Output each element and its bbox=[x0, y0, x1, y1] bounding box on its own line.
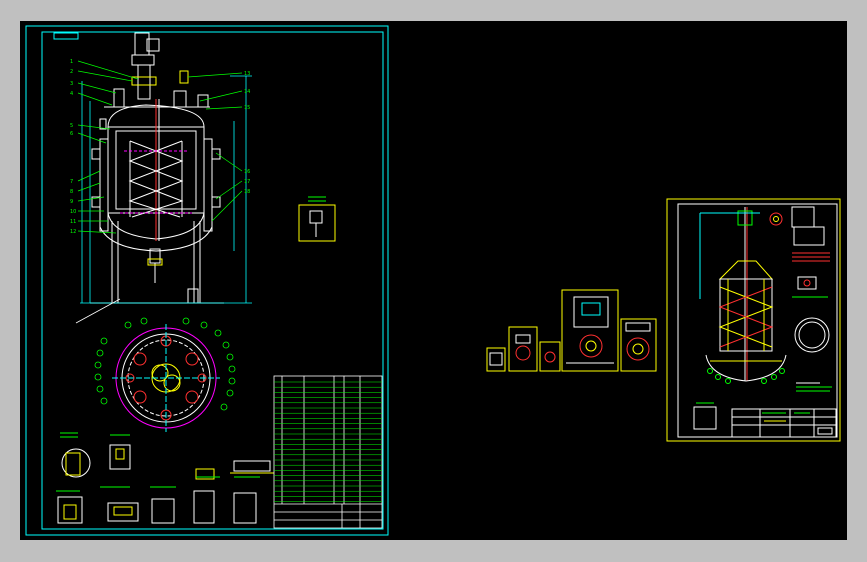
reactor-plan-view bbox=[112, 324, 220, 432]
mini-sheet-3 bbox=[539, 341, 561, 372]
callout-2: 2 bbox=[70, 69, 73, 75]
callout-8: 8 bbox=[70, 189, 73, 195]
callout-12: 12 bbox=[70, 229, 76, 235]
callout-6: 6 bbox=[70, 131, 73, 137]
callout-17: 17 bbox=[244, 179, 250, 185]
parts-list-rows bbox=[274, 381, 382, 502]
callout-11: 11 bbox=[70, 219, 76, 225]
callout-1: 1 bbox=[70, 59, 73, 65]
callout-13: 13 bbox=[244, 71, 250, 77]
callout-3: 3 bbox=[70, 81, 73, 87]
cad-drawing: 1 2 3 4 5 6 7 8 9 10 11 12 13 14 15 16 1 bbox=[25, 25, 841, 536]
callout-7: 7 bbox=[70, 179, 73, 185]
callout-4: 4 bbox=[70, 91, 73, 97]
section-details bbox=[56, 432, 274, 524]
sheet-tag-box bbox=[53, 32, 79, 40]
mini-sheet-2 bbox=[508, 326, 538, 372]
callout-18: 18 bbox=[244, 189, 250, 195]
detail-view-a bbox=[298, 196, 336, 242]
left-sheet[interactable]: 1 2 3 4 5 6 7 8 9 10 11 12 13 14 15 16 1 bbox=[25, 25, 389, 536]
callout-14: 14 bbox=[244, 89, 250, 95]
viewport-frame: 1 2 3 4 5 6 7 8 9 10 11 12 13 14 15 16 1 bbox=[0, 0, 867, 562]
left-sheet-inner-border bbox=[41, 31, 384, 530]
mini-sheet-4 bbox=[561, 289, 619, 372]
middle-sheets[interactable] bbox=[486, 289, 657, 372]
callout-15: 15 bbox=[244, 105, 250, 111]
callout-16: 16 bbox=[244, 169, 250, 175]
dimension-lines bbox=[75, 75, 252, 324]
right-sheet[interactable] bbox=[666, 198, 841, 442]
callout-9: 9 bbox=[70, 199, 73, 205]
callout-5: 5 bbox=[70, 123, 73, 129]
reactor-elevation bbox=[90, 32, 224, 304]
right-sheet-inner-border bbox=[677, 203, 838, 438]
parts-list-table bbox=[273, 375, 383, 529]
model-space[interactable]: 1 2 3 4 5 6 7 8 9 10 11 12 13 14 15 16 1 bbox=[20, 21, 847, 540]
callout-10: 10 bbox=[70, 209, 76, 215]
